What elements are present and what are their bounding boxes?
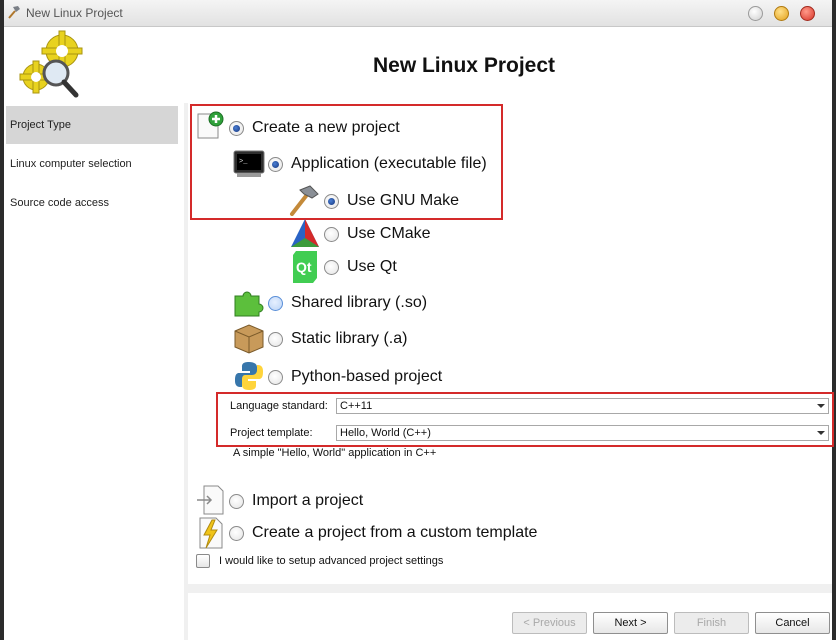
- cancel-button[interactable]: Cancel: [755, 612, 830, 634]
- puzzle-piece-icon: [233, 286, 265, 323]
- python-label: Python-based project: [291, 368, 443, 385]
- option-static-library[interactable]: Static library (.a): [268, 327, 407, 351]
- option-gnu-make[interactable]: Use GNU Make: [324, 189, 459, 213]
- lightning-document-icon: [196, 516, 224, 555]
- project-template-value: Hello, World (C++): [340, 427, 431, 439]
- custom-template-label: Create a project from a custom template: [252, 524, 538, 541]
- main-panel: Create a new project >_ Application (exe…: [188, 100, 834, 584]
- application-label: Application (executable file): [291, 155, 487, 172]
- language-standard-value: C++11: [340, 400, 373, 412]
- qt-logo-icon: Qt: [292, 250, 318, 289]
- qt-radio[interactable]: [324, 259, 339, 275]
- static-library-radio[interactable]: [268, 331, 283, 347]
- terminal-icon: >_: [233, 150, 265, 183]
- cmake-label: Use CMake: [347, 225, 431, 242]
- shared-library-label: Shared library (.so): [291, 294, 428, 311]
- option-python[interactable]: Python-based project: [268, 365, 442, 389]
- option-application[interactable]: Application (executable file): [268, 152, 487, 176]
- custom-template-radio[interactable]: [229, 525, 244, 541]
- template-description: A simple "Hello, World" application in C…: [233, 447, 437, 459]
- svg-text:>_: >_: [239, 158, 248, 166]
- option-create-new-project[interactable]: Create a new project: [229, 116, 400, 140]
- header: New Linux Project: [4, 27, 832, 103]
- gears-magnifier-icon: [16, 29, 96, 106]
- python-logo-icon: [233, 360, 265, 397]
- gnu-make-label: Use GNU Make: [347, 192, 460, 209]
- hammer-icon: [6, 4, 22, 25]
- application-radio[interactable]: [268, 156, 283, 172]
- minimize-button[interactable]: [748, 6, 763, 21]
- create-new-radio[interactable]: [229, 120, 244, 136]
- page-title: New Linux Project: [372, 54, 556, 77]
- chevron-down-icon: [817, 431, 825, 435]
- previous-label: Previous: [532, 617, 576, 629]
- option-import-project[interactable]: Import a project: [229, 489, 363, 513]
- next-button[interactable]: Next >: [593, 612, 668, 634]
- chevron-down-icon: [817, 404, 825, 408]
- finish-button[interactable]: Finish: [674, 612, 749, 634]
- shared-library-radio[interactable]: [268, 295, 283, 311]
- static-library-label: Static library (.a): [291, 330, 408, 347]
- option-cmake[interactable]: Use CMake: [324, 222, 431, 246]
- hammer-icon: [288, 184, 320, 221]
- svg-text:Qt: Qt: [296, 259, 312, 275]
- cmake-triangle-icon: [290, 218, 320, 253]
- language-standard-label: Language standard:: [230, 400, 328, 412]
- cmake-radio[interactable]: [324, 226, 339, 242]
- project-template-select[interactable]: Hello, World (C++): [336, 425, 829, 441]
- option-custom-template[interactable]: Create a project from a custom template: [229, 521, 537, 545]
- box-icon: [233, 322, 265, 359]
- import-project-label: Import a project: [252, 492, 364, 509]
- sidebar-item-source-code-access[interactable]: Source code access: [6, 184, 178, 222]
- checkbox[interactable]: [196, 554, 210, 568]
- gnu-make-radio[interactable]: [324, 193, 339, 209]
- previous-button[interactable]: < Previous: [512, 612, 587, 634]
- advanced-settings-checkbox[interactable]: I would like to setup advanced project s…: [196, 554, 443, 568]
- window-title: New Linux Project: [26, 6, 123, 20]
- project-template-label: Project template:: [230, 427, 313, 439]
- close-button[interactable]: [800, 6, 815, 21]
- sidebar-item-project-type[interactable]: Project Type: [6, 106, 178, 144]
- new-document-plus-icon: [196, 110, 224, 145]
- language-standard-select[interactable]: C++11: [336, 398, 829, 414]
- python-radio[interactable]: [268, 369, 283, 385]
- maximize-button[interactable]: [774, 6, 789, 21]
- wizard-window: New Linux Project New Linux Project Proj…: [0, 0, 836, 640]
- option-qt[interactable]: Use Qt: [324, 255, 397, 279]
- sidebar-item-linux-computer-selection[interactable]: Linux computer selection: [6, 145, 178, 183]
- import-project-radio[interactable]: [229, 493, 244, 509]
- wizard-footer: < Previous Next > Finish Cancel: [188, 593, 832, 640]
- create-new-label: Create a new project: [252, 119, 400, 136]
- option-shared-library[interactable]: Shared library (.so): [268, 291, 427, 315]
- qt-label: Use Qt: [347, 258, 397, 275]
- sidebar: Project Type Linux computer selection So…: [4, 103, 184, 640]
- advanced-settings-label: I would like to setup advanced project s…: [219, 555, 444, 567]
- title-bar: New Linux Project: [4, 0, 832, 27]
